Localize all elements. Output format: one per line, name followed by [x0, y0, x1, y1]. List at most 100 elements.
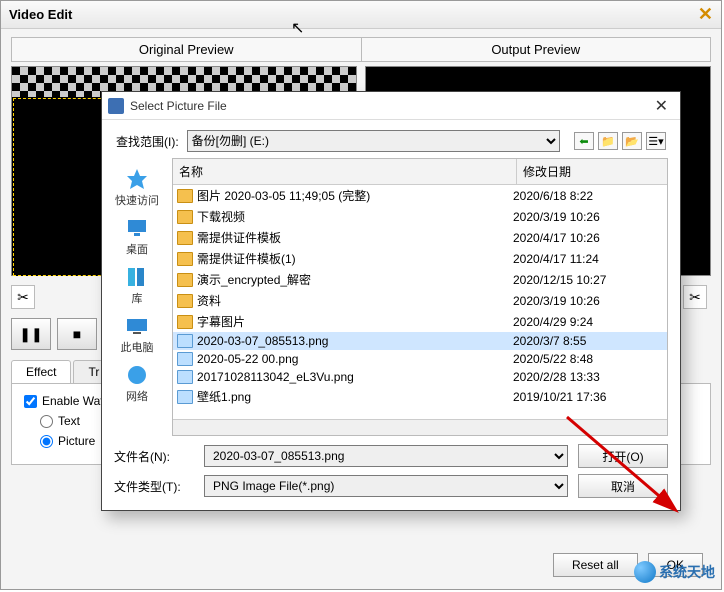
- original-preview-header: Original Preview: [12, 38, 362, 61]
- file-list: 名称 修改日期 图片 2020-03-05 11;49;05 (完整)2020/…: [172, 158, 668, 436]
- file-name: 20171028113042_eL3Vu.png: [197, 370, 354, 384]
- file-row[interactable]: 需提供证件模板 2020/4/17 10:26: [173, 227, 667, 248]
- filename-field[interactable]: 2020-03-07_085513.png: [204, 445, 568, 467]
- dialog-toolbar: 查找范围(I): 备份[勿删] (E:) ⬅ 📁 📂 ☰▾: [102, 120, 680, 158]
- file-row[interactable]: 资料 2020/3/19 10:26: [173, 290, 667, 311]
- look-in-dropdown[interactable]: 备份[勿删] (E:): [187, 130, 560, 152]
- file-date: 2020/3/19 10:26: [513, 210, 663, 224]
- place-desktop[interactable]: 桌面: [123, 213, 151, 260]
- file-date: 2020/4/17 10:26: [513, 231, 663, 245]
- file-row[interactable]: 演示_encrypted_解密 2020/12/15 10:27: [173, 269, 667, 290]
- file-row[interactable]: 2020-03-07_085513.png 2020/3/7 8:55: [173, 332, 667, 350]
- file-name: 需提供证件模板: [197, 229, 281, 246]
- dialog-title: Select Picture File: [130, 99, 227, 113]
- reset-all-button[interactable]: Reset all: [553, 553, 638, 577]
- file-date: 2020/2/28 13:33: [513, 370, 663, 384]
- file-name: 演示_encrypted_解密: [197, 271, 311, 288]
- file-row[interactable]: 需提供证件模板(1) 2020/4/17 11:24: [173, 248, 667, 269]
- folder-icon: [177, 252, 193, 266]
- file-row[interactable]: 壁纸1.png 2019/10/21 17:36: [173, 386, 667, 407]
- file-date: 2020/12/15 10:27: [513, 273, 663, 287]
- network-icon: [123, 363, 151, 387]
- picture-radio-input[interactable]: [40, 435, 53, 448]
- col-date[interactable]: 修改日期: [517, 159, 667, 184]
- place-thispc-label: 此电脑: [121, 339, 154, 355]
- dialog-app-icon: [108, 98, 124, 114]
- file-row[interactable]: 字幕图片 2020/4/29 9:24: [173, 311, 667, 332]
- place-quick-label: 快速访问: [115, 192, 159, 208]
- filetype-dropdown[interactable]: PNG Image File(*.png): [204, 475, 568, 497]
- file-name: 资料: [197, 292, 221, 309]
- file-name: 壁纸1.png: [197, 388, 251, 405]
- ok-button[interactable]: OK: [648, 553, 703, 577]
- file-date: 2020/3/19 10:26: [513, 294, 663, 308]
- file-date: 2020/6/18 8:22: [513, 189, 663, 203]
- file-name: 2020-03-07_085513.png: [197, 334, 328, 348]
- main-close-button[interactable]: ✕: [698, 4, 713, 25]
- file-row[interactable]: 下载视频 2020/3/19 10:26: [173, 206, 667, 227]
- file-date: 2020/4/17 11:24: [513, 252, 663, 266]
- file-date: 2020/4/29 9:24: [513, 315, 663, 329]
- folder-icon: [177, 273, 193, 287]
- look-in-label: 查找范围(I):: [116, 133, 179, 150]
- place-libraries[interactable]: 库: [123, 262, 151, 309]
- horizontal-scrollbar[interactable]: [173, 419, 667, 435]
- image-file-icon: [177, 334, 193, 348]
- places-bar: 快速访问 桌面 库 此电脑 网络: [102, 158, 172, 436]
- image-file-icon: [177, 390, 193, 404]
- picture-radio-label: Picture: [58, 434, 95, 448]
- dialog-body: 快速访问 桌面 库 此电脑 网络: [102, 158, 680, 436]
- pause-button[interactable]: ❚❚: [11, 318, 51, 350]
- place-quick-access[interactable]: 快速访问: [115, 164, 159, 211]
- new-folder-icon[interactable]: 📂: [622, 132, 642, 150]
- pc-icon: [123, 314, 151, 338]
- place-network[interactable]: 网络: [123, 360, 151, 407]
- file-row[interactable]: 2020-05-22 00.png 2020/5/22 8:48: [173, 350, 667, 368]
- file-date: 2019/10/21 17:36: [513, 390, 663, 404]
- file-name: 字幕图片: [197, 313, 245, 330]
- dialog-close-button[interactable]: ✕: [649, 96, 674, 116]
- file-date: 2020/3/7 8:55: [513, 334, 663, 348]
- desktop-icon: [123, 216, 151, 240]
- libraries-icon: [123, 265, 151, 289]
- preview-headers: Original Preview Output Preview: [11, 37, 711, 62]
- tab-effect[interactable]: Effect: [11, 360, 71, 383]
- main-title: Video Edit: [9, 7, 72, 22]
- place-libraries-label: 库: [132, 290, 143, 306]
- view-menu-icon[interactable]: ☰▾: [646, 132, 666, 150]
- col-name[interactable]: 名称: [173, 159, 517, 184]
- file-open-dialog: Select Picture File ✕ 查找范围(I): 备份[勿删] (E…: [101, 91, 681, 511]
- file-name: 下载视频: [197, 208, 245, 225]
- file-name: 2020-05-22 00.png: [197, 352, 298, 366]
- back-icon[interactable]: ⬅: [574, 132, 594, 150]
- scissors-left-icon[interactable]: ✂: [11, 285, 35, 309]
- output-preview-header: Output Preview: [362, 38, 711, 61]
- video-edit-window: Video Edit ✕ ↖ Original Preview Output P…: [0, 0, 722, 590]
- dialog-footer: 文件名(N): 2020-03-07_085513.png 打开(O) 文件类型…: [102, 436, 680, 510]
- scissors-right-icon[interactable]: ✂: [683, 285, 707, 309]
- stop-button[interactable]: ■: [57, 318, 97, 350]
- text-radio-label: Text: [58, 414, 80, 428]
- image-file-icon: [177, 370, 193, 384]
- enable-watermark-input[interactable]: [24, 395, 37, 408]
- place-this-pc[interactable]: 此电脑: [121, 311, 154, 358]
- folder-icon: [177, 189, 193, 203]
- cancel-button[interactable]: 取消: [578, 474, 668, 498]
- folder-icon: [177, 210, 193, 224]
- main-titlebar: Video Edit ✕: [1, 1, 721, 29]
- file-list-header: 名称 修改日期: [173, 159, 667, 185]
- filename-label: 文件名(N):: [114, 448, 194, 465]
- place-network-label: 网络: [126, 388, 148, 404]
- file-name: 需提供证件模板(1): [197, 250, 296, 267]
- dialog-nav-icons: ⬅ 📁 📂 ☰▾: [574, 132, 666, 150]
- file-row[interactable]: 图片 2020-03-05 11;49;05 (完整)2020/6/18 8:2…: [173, 185, 667, 206]
- file-row[interactable]: 20171028113042_eL3Vu.png 2020/2/28 13:33: [173, 368, 667, 386]
- star-icon: [123, 167, 151, 191]
- file-date: 2020/5/22 8:48: [513, 352, 663, 366]
- image-file-icon: [177, 352, 193, 366]
- enable-watermark-label: Enable Wat: [42, 394, 104, 408]
- up-icon[interactable]: 📁: [598, 132, 618, 150]
- text-radio-input[interactable]: [40, 415, 53, 428]
- open-button[interactable]: 打开(O): [578, 444, 668, 468]
- place-desktop-label: 桌面: [126, 241, 148, 257]
